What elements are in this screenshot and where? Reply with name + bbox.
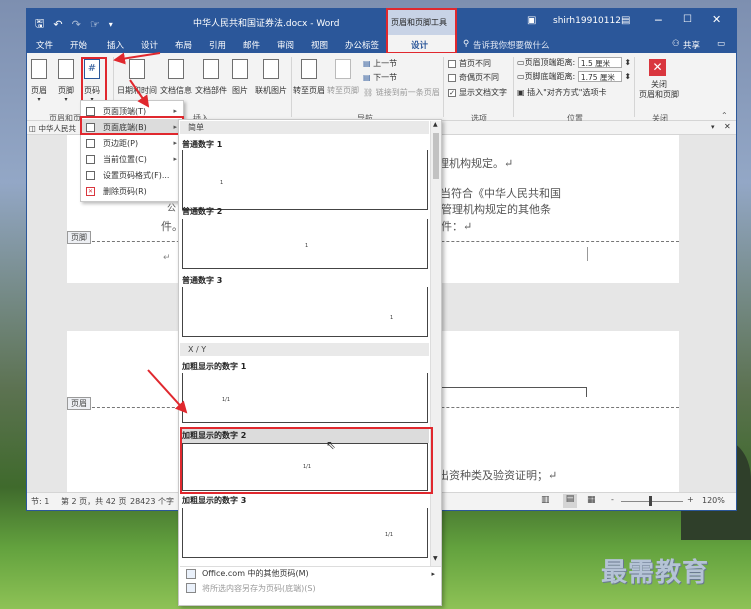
arrow-to-bottom-of-page	[129, 79, 150, 108]
watermark-logo: 最需教育	[601, 558, 710, 588]
arrow-to-bold-number-2	[147, 369, 188, 414]
annotation-arrows	[113, 52, 188, 414]
arrow-to-page-number	[113, 52, 161, 65]
